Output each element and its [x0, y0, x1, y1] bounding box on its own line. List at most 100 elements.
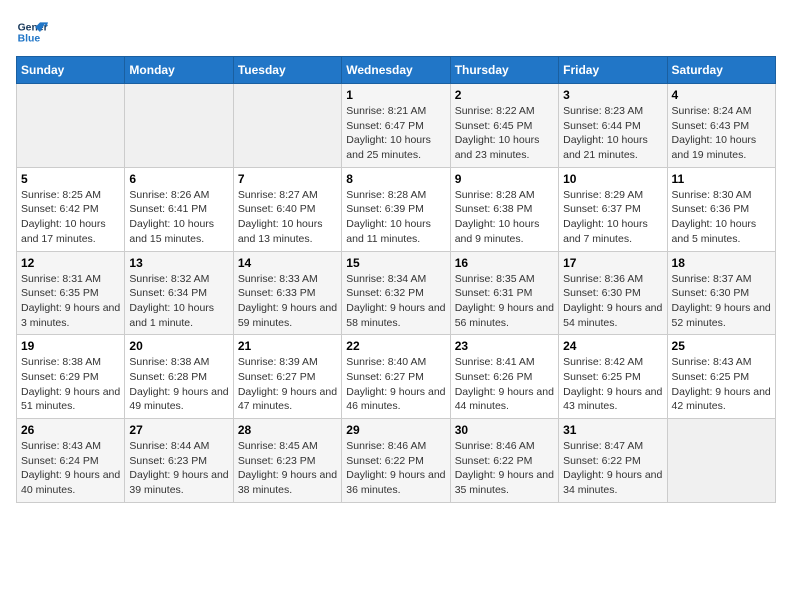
day-number: 7	[238, 172, 337, 186]
day-detail: Sunrise: 8:38 AMSunset: 6:28 PMDaylight:…	[129, 355, 228, 414]
day-detail: Sunrise: 8:44 AMSunset: 6:23 PMDaylight:…	[129, 439, 228, 498]
logo: General Blue	[16, 16, 48, 48]
logo-icon: General Blue	[16, 16, 48, 48]
svg-text:Blue: Blue	[18, 34, 41, 45]
day-detail: Sunrise: 8:41 AMSunset: 6:26 PMDaylight:…	[455, 355, 554, 414]
header-cell-thursday: Thursday	[450, 57, 558, 84]
calendar-cell: 2 Sunrise: 8:22 AMSunset: 6:45 PMDaylight…	[450, 84, 558, 168]
day-detail: Sunrise: 8:32 AMSunset: 6:34 PMDaylight:…	[129, 272, 228, 331]
day-number: 31	[563, 423, 662, 437]
calendar-cell: 12 Sunrise: 8:31 AMSunset: 6:35 PMDayligh…	[17, 251, 125, 335]
calendar-cell: 6 Sunrise: 8:26 AMSunset: 6:41 PMDaylight…	[125, 167, 233, 251]
calendar-cell: 13 Sunrise: 8:32 AMSunset: 6:34 PMDayligh…	[125, 251, 233, 335]
calendar-cell: 18 Sunrise: 8:37 AMSunset: 6:30 PMDayligh…	[667, 251, 775, 335]
day-detail: Sunrise: 8:42 AMSunset: 6:25 PMDaylight:…	[563, 355, 662, 414]
calendar-week-1: 1Sunrise: 8:21 AMSunset: 6:47 PMDaylight…	[17, 84, 776, 168]
day-detail: Sunrise: 8:22 AMSunset: 6:45 PMDaylight:…	[455, 104, 554, 163]
day-detail: Sunrise: 8:25 AMSunset: 6:42 PMDaylight:…	[21, 188, 120, 247]
calendar-table: SundayMondayTuesdayWednesdayThursdayFrid…	[16, 56, 776, 503]
calendar-cell: 22 Sunrise: 8:40 AMSunset: 6:27 PMDayligh…	[342, 335, 450, 419]
calendar-cell: 9Sunrise: 8:28 AMSunset: 6:38 PMDaylight…	[450, 167, 558, 251]
day-number: 3	[563, 88, 662, 102]
calendar-cell: 24Sunrise: 8:42 AMSunset: 6:25 PMDayligh…	[559, 335, 667, 419]
day-detail: Sunrise: 8:35 AMSunset: 6:31 PMDaylight:…	[455, 272, 554, 331]
day-number: 22	[346, 339, 445, 353]
day-number: 8	[346, 172, 445, 186]
day-number: 10	[563, 172, 662, 186]
calendar-cell: 26Sunrise: 8:43 AMSunset: 6:24 PMDayligh…	[17, 419, 125, 503]
calendar-cell: 15Sunrise: 8:34 AMSunset: 6:32 PMDayligh…	[342, 251, 450, 335]
day-detail: Sunrise: 8:24 AMSunset: 6:43 PMDaylight:…	[672, 104, 771, 163]
day-detail: Sunrise: 8:46 AMSunset: 6:22 PMDaylight:…	[455, 439, 554, 498]
calendar-cell: 10 Sunrise: 8:29 AMSunset: 6:37 PMDayligh…	[559, 167, 667, 251]
day-detail: Sunrise: 8:29 AMSunset: 6:37 PMDaylight:…	[563, 188, 662, 247]
day-number: 5	[21, 172, 120, 186]
day-detail: Sunrise: 8:37 AMSunset: 6:30 PMDaylight:…	[672, 272, 771, 331]
day-detail: Sunrise: 8:43 AMSunset: 6:25 PMDaylight:…	[672, 355, 771, 414]
day-number: 14	[238, 256, 337, 270]
day-number: 30	[455, 423, 554, 437]
calendar-week-2: 5 Sunrise: 8:25 AMSunset: 6:42 PMDaylight…	[17, 167, 776, 251]
day-detail: Sunrise: 8:40 AMSunset: 6:27 PMDaylight:…	[346, 355, 445, 414]
day-number: 21	[238, 339, 337, 353]
day-number: 13	[129, 256, 228, 270]
day-number: 28	[238, 423, 337, 437]
day-number: 23	[455, 339, 554, 353]
calendar-cell: 7 Sunrise: 8:27 AMSunset: 6:40 PMDaylight…	[233, 167, 341, 251]
calendar-body: 1Sunrise: 8:21 AMSunset: 6:47 PMDaylight…	[17, 84, 776, 503]
day-detail: Sunrise: 8:23 AMSunset: 6:44 PMDaylight:…	[563, 104, 662, 163]
day-detail: Sunrise: 8:28 AMSunset: 6:38 PMDaylight:…	[455, 188, 554, 247]
calendar-cell: 1Sunrise: 8:21 AMSunset: 6:47 PMDaylight…	[342, 84, 450, 168]
day-detail: Sunrise: 8:30 AMSunset: 6:36 PMDaylight:…	[672, 188, 771, 247]
calendar-week-3: 12 Sunrise: 8:31 AMSunset: 6:35 PMDayligh…	[17, 251, 776, 335]
day-detail: Sunrise: 8:46 AMSunset: 6:22 PMDaylight:…	[346, 439, 445, 498]
header-cell-saturday: Saturday	[667, 57, 775, 84]
calendar-cell: 17 Sunrise: 8:36 AMSunset: 6:30 PMDayligh…	[559, 251, 667, 335]
calendar-header: SundayMondayTuesdayWednesdayThursdayFrid…	[17, 57, 776, 84]
calendar-cell: 28 Sunrise: 8:45 AMSunset: 6:23 PMDayligh…	[233, 419, 341, 503]
calendar-cell: 19 Sunrise: 8:38 AMSunset: 6:29 PMDayligh…	[17, 335, 125, 419]
calendar-cell: 5 Sunrise: 8:25 AMSunset: 6:42 PMDaylight…	[17, 167, 125, 251]
calendar-cell: 31 Sunrise: 8:47 AMSunset: 6:22 PMDayligh…	[559, 419, 667, 503]
day-detail: Sunrise: 8:31 AMSunset: 6:35 PMDaylight:…	[21, 272, 120, 331]
calendar-cell: 23 Sunrise: 8:41 AMSunset: 6:26 PMDayligh…	[450, 335, 558, 419]
day-number: 4	[672, 88, 771, 102]
day-number: 19	[21, 339, 120, 353]
calendar-cell: 30 Sunrise: 8:46 AMSunset: 6:22 PMDayligh…	[450, 419, 558, 503]
calendar-cell	[125, 84, 233, 168]
day-detail: Sunrise: 8:38 AMSunset: 6:29 PMDaylight:…	[21, 355, 120, 414]
day-detail: Sunrise: 8:47 AMSunset: 6:22 PMDaylight:…	[563, 439, 662, 498]
header-cell-sunday: Sunday	[17, 57, 125, 84]
header-cell-monday: Monday	[125, 57, 233, 84]
calendar-cell: 16 Sunrise: 8:35 AMSunset: 6:31 PMDayligh…	[450, 251, 558, 335]
day-number: 17	[563, 256, 662, 270]
calendar-cell: 8 Sunrise: 8:28 AMSunset: 6:39 PMDaylight…	[342, 167, 450, 251]
day-number: 11	[672, 172, 771, 186]
header-cell-wednesday: Wednesday	[342, 57, 450, 84]
calendar-cell	[233, 84, 341, 168]
day-detail: Sunrise: 8:28 AMSunset: 6:39 PMDaylight:…	[346, 188, 445, 247]
day-number: 16	[455, 256, 554, 270]
calendar-cell: 11 Sunrise: 8:30 AMSunset: 6:36 PMDayligh…	[667, 167, 775, 251]
calendar-cell: 29Sunrise: 8:46 AMSunset: 6:22 PMDayligh…	[342, 419, 450, 503]
calendar-cell: 14 Sunrise: 8:33 AMSunset: 6:33 PMDayligh…	[233, 251, 341, 335]
header-cell-tuesday: Tuesday	[233, 57, 341, 84]
calendar-cell: 3 Sunrise: 8:23 AMSunset: 6:44 PMDaylight…	[559, 84, 667, 168]
day-number: 1	[346, 88, 445, 102]
page-header: General Blue	[16, 16, 776, 48]
day-number: 15	[346, 256, 445, 270]
day-detail: Sunrise: 8:36 AMSunset: 6:30 PMDaylight:…	[563, 272, 662, 331]
day-detail: Sunrise: 8:33 AMSunset: 6:33 PMDaylight:…	[238, 272, 337, 331]
header-cell-friday: Friday	[559, 57, 667, 84]
calendar-cell: 21Sunrise: 8:39 AMSunset: 6:27 PMDayligh…	[233, 335, 341, 419]
day-detail: Sunrise: 8:27 AMSunset: 6:40 PMDaylight:…	[238, 188, 337, 247]
day-number: 2	[455, 88, 554, 102]
day-detail: Sunrise: 8:26 AMSunset: 6:41 PMDaylight:…	[129, 188, 228, 247]
day-number: 6	[129, 172, 228, 186]
day-number: 12	[21, 256, 120, 270]
calendar-cell	[667, 419, 775, 503]
day-number: 20	[129, 339, 228, 353]
day-detail: Sunrise: 8:45 AMSunset: 6:23 PMDaylight:…	[238, 439, 337, 498]
calendar-cell: 20 Sunrise: 8:38 AMSunset: 6:28 PMDayligh…	[125, 335, 233, 419]
day-number: 18	[672, 256, 771, 270]
